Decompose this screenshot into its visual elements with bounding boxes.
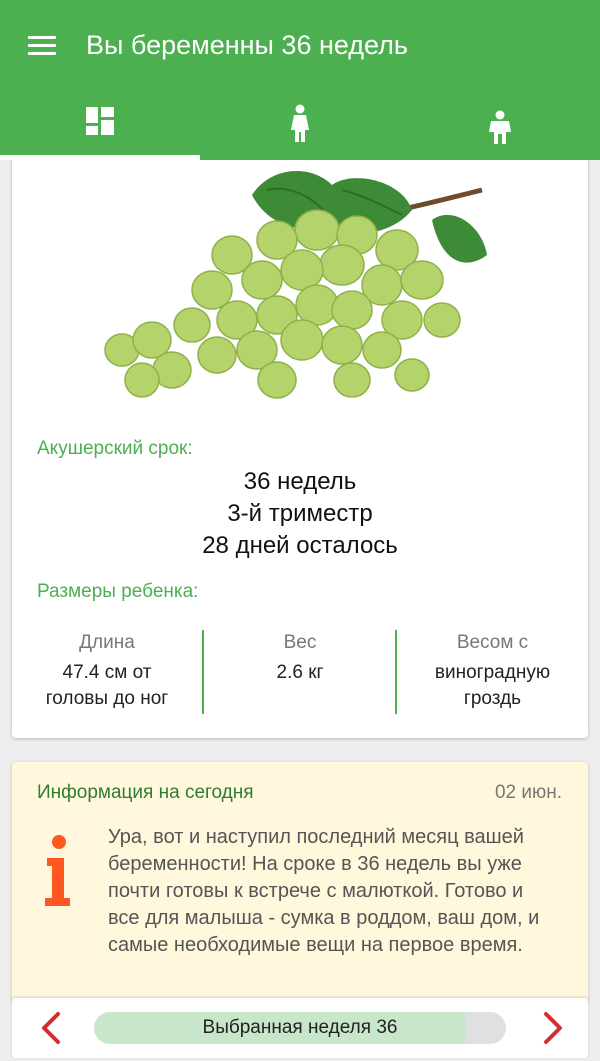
stat-length-line-2: головы до ног	[45, 688, 169, 709]
menu-icon-bar	[28, 52, 56, 55]
info-title: Информация на сегодня	[37, 782, 254, 803]
stat-length: Длина 47.4 см от головы до ног	[12, 628, 202, 716]
pregnant-woman-icon	[291, 104, 309, 142]
stat-length-head: Длина	[79, 632, 135, 653]
stat-weight: Вес 2.6 кг	[204, 628, 396, 716]
summary-card: Акушерский срок: 36 недель 3-й триместр …	[12, 140, 588, 738]
tab-child[interactable]	[400, 92, 600, 160]
chevron-right-icon	[544, 1012, 562, 1044]
stat-length-value: 47.4 см от головы до ног	[12, 660, 202, 712]
chevron-left-icon	[42, 1012, 60, 1044]
tab-bar	[0, 92, 600, 160]
info-card: Информация на сегодня 02 июн. Ура, вот и…	[12, 762, 588, 1002]
next-week-button[interactable]	[532, 1008, 572, 1048]
stat-weight-line-1: 2.6 кг	[276, 662, 324, 683]
week-progress-bar[interactable]: Выбранная неделя 36	[94, 1012, 506, 1044]
selected-week-label: Выбранная неделя 36	[202, 1017, 398, 1038]
term-trimester: 3-й триместр	[227, 500, 373, 527]
tab-indicator	[0, 155, 200, 160]
grapes-image	[104, 171, 487, 399]
app-bar: Вы беременны 36 недель	[0, 0, 600, 160]
size-label: Размеры ребенка:	[37, 581, 199, 602]
term-days-left: 28 дней осталось	[202, 532, 398, 559]
menu-button[interactable]	[22, 30, 62, 60]
child-icon	[489, 110, 511, 144]
stat-weight-head: Вес	[283, 632, 317, 653]
info-i-icon	[45, 835, 70, 906]
info-date: 02 июн.	[494, 782, 562, 803]
term-values: 36 недель 3-й триместр 28 дней осталось	[12, 466, 588, 562]
page-title: Вы беременны 36 недель	[86, 30, 408, 60]
stat-length-line-1: 47.4 см от	[62, 662, 152, 683]
stat-compare-head: Весом с	[456, 632, 529, 653]
menu-icon-bar	[28, 44, 56, 47]
term-label: Акушерский срок:	[37, 438, 193, 459]
week-selector: Выбранная неделя 36	[12, 998, 588, 1058]
tab-dashboard[interactable]	[0, 92, 200, 160]
term-weeks: 36 недель	[243, 468, 357, 495]
tab-mother[interactable]	[200, 92, 400, 160]
info-text: Ура, вот и наступил последний месяц ваше…	[108, 826, 540, 956]
stat-compare: Весом с виноградную гроздь	[397, 628, 588, 716]
stat-compare-value: виноградную гроздь	[397, 660, 588, 712]
dashboard-icon	[86, 107, 114, 135]
stat-compare-line-1: виноградную	[434, 662, 551, 683]
baby-stats: Длина 47.4 см от головы до ног Вес 2.6 к…	[12, 628, 588, 716]
previous-week-button[interactable]	[32, 1008, 72, 1048]
menu-icon	[28, 36, 56, 39]
stat-compare-line-2: гроздь	[463, 688, 522, 709]
stat-weight-value: 2.6 кг	[204, 660, 396, 686]
